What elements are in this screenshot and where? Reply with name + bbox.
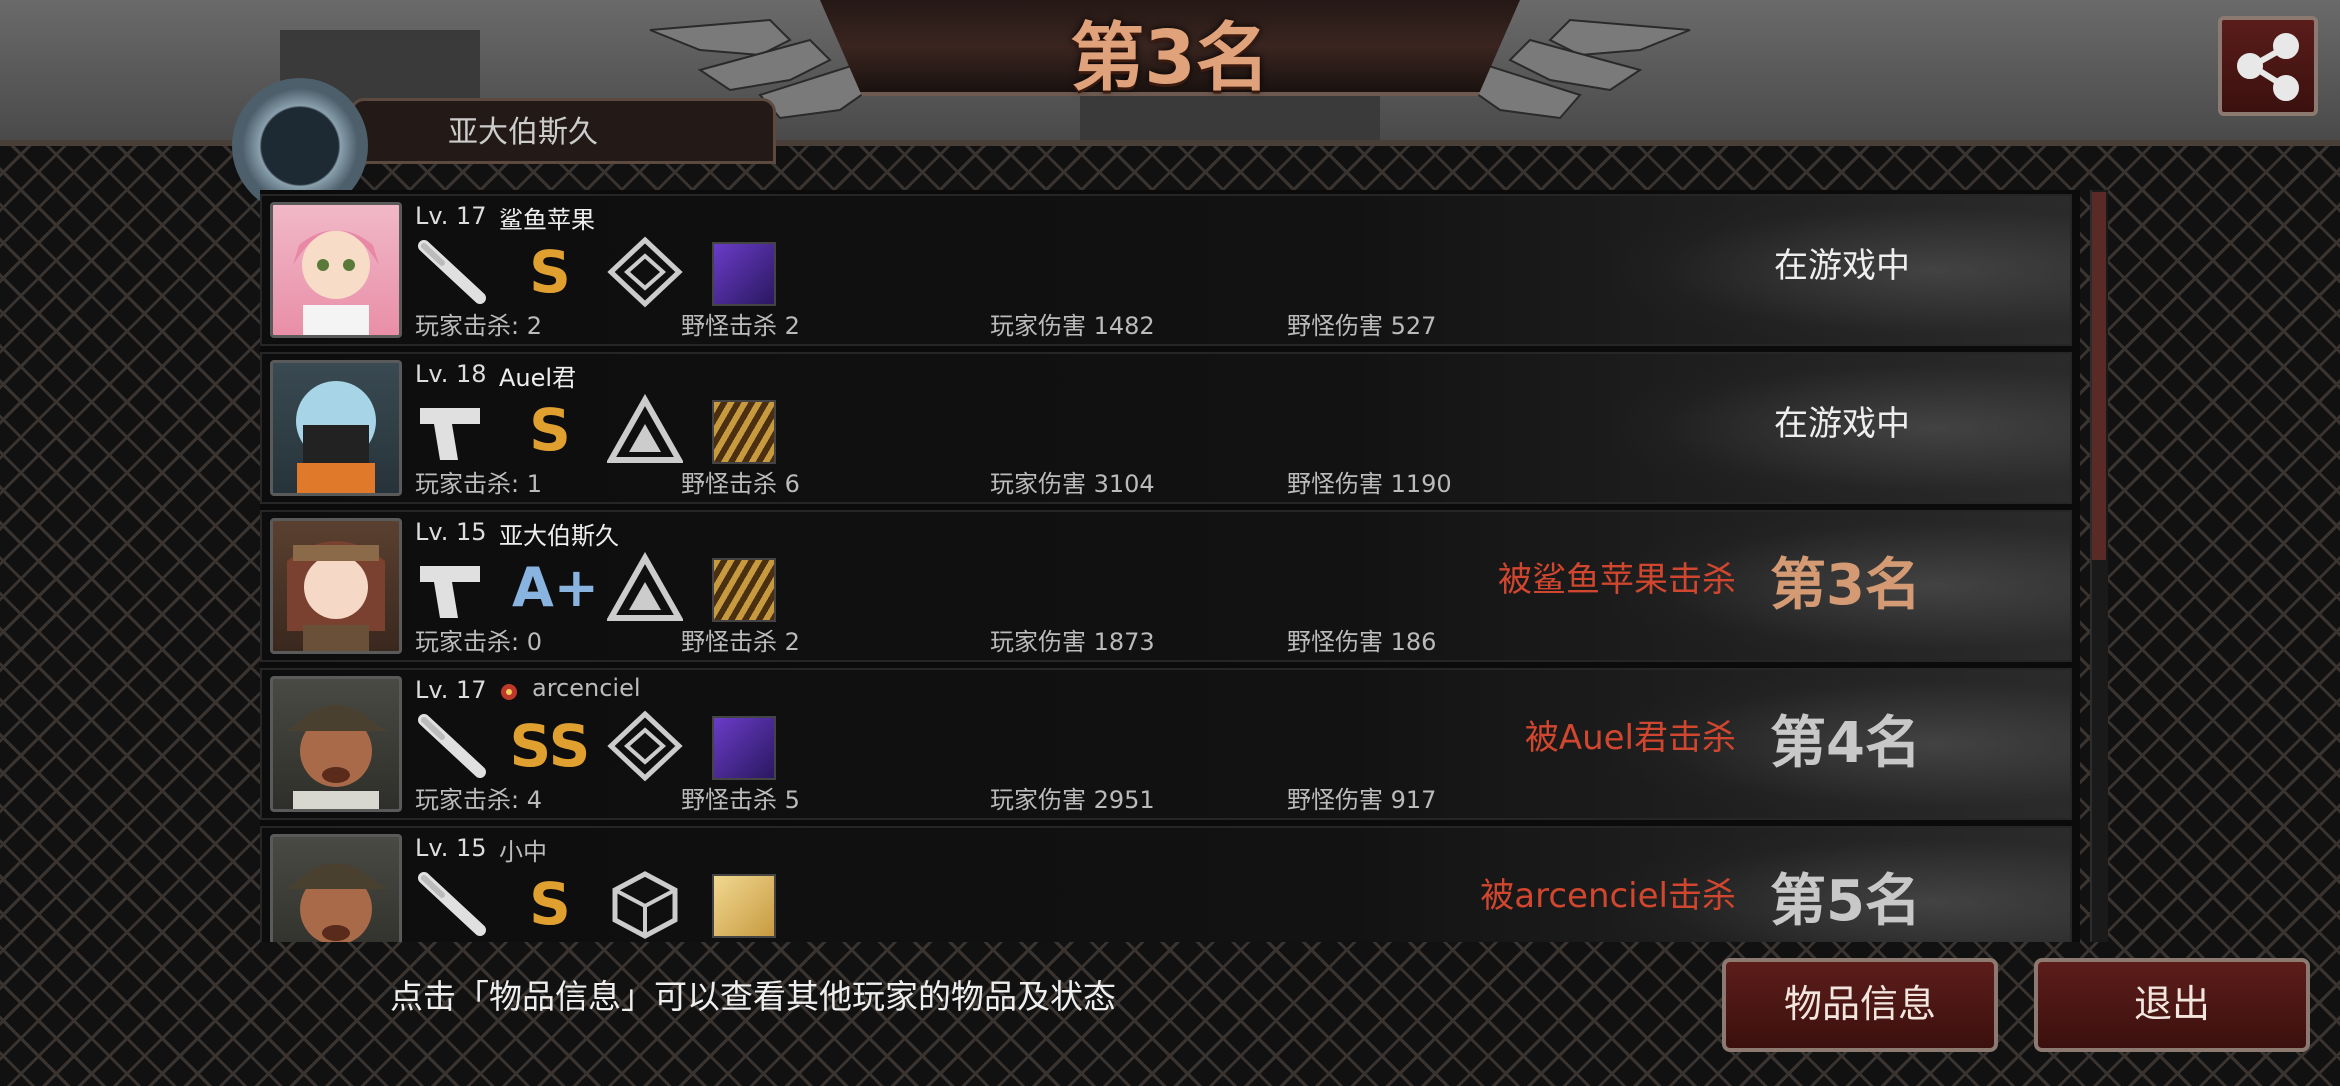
purple-skill-icon: [712, 716, 776, 780]
bullets-skill-icon: [712, 558, 776, 622]
stat-player-damage: 玩家伤害 3104: [990, 470, 1155, 498]
player-status: 在游戏中: [1774, 404, 1910, 444]
player-row[interactable]: Lv. 17 鲨鱼苹果 S 玩家击杀: 2 野怪击杀 2 玩家伤害 1482 野…: [260, 194, 2072, 346]
player-portrait: [270, 360, 402, 496]
player-portrait: [270, 834, 402, 942]
exit-button[interactable]: 退出: [2034, 958, 2310, 1052]
pistol-icon: [420, 408, 480, 460]
scrollbar-thumb[interactable]: [2092, 192, 2106, 560]
baseball-bat-icon: [418, 872, 486, 936]
stat-player-kills: 玩家击杀: 4: [415, 786, 542, 814]
player-row[interactable]: Lv. 15 小中 S 被arcenciel击杀 第5名: [260, 826, 2072, 942]
final-place: 第5名: [1770, 869, 1921, 934]
player-portrait: [270, 676, 402, 812]
share-icon: [2237, 33, 2299, 101]
stat-player-kills: 玩家击杀: 1: [415, 470, 542, 498]
stat-player-kills: 玩家击杀: 2: [415, 312, 542, 340]
baseball-bat-icon: [418, 714, 486, 778]
player-row[interactable]: Lv. 17 arcenciel SS 玩家击杀: 4 野怪击杀 5 玩家伤害 …: [260, 668, 2072, 820]
stat-monster-kills: 野怪击杀 2: [681, 628, 800, 656]
player-portrait: [270, 518, 402, 654]
stat-monster-kills: 野怪击杀 2: [681, 312, 800, 340]
stat-player-damage: 玩家伤害 1873: [990, 628, 1155, 656]
player-name: arcenciel: [532, 674, 641, 702]
grade-badge: S: [529, 870, 571, 938]
player-name: 亚大伯斯久: [499, 522, 619, 550]
final-place: 第4名: [1770, 711, 1921, 776]
bullets-skill-icon: [712, 400, 776, 464]
tab-label: 亚大伯斯久: [448, 115, 598, 150]
gold-skill-icon: [712, 874, 776, 938]
cube-emblem-icon: [612, 871, 678, 939]
player-level: Lv. 15: [415, 518, 487, 546]
item-info-button[interactable]: 物品信息: [1722, 958, 1998, 1052]
player-tab: 亚大伯斯久: [350, 98, 776, 164]
killed-by-text: 被arcenciel击杀: [1480, 876, 1736, 916]
diamond-emblem-icon: [607, 710, 683, 782]
pistol-icon: [420, 566, 480, 618]
grade-badge: A+: [512, 556, 600, 619]
stat-monster-damage: 野怪伤害 527: [1287, 312, 1437, 340]
stat-monster-kills: 野怪击杀 5: [681, 786, 800, 814]
stat-monster-damage: 野怪伤害 1190: [1287, 470, 1452, 498]
stat-monster-damage: 野怪伤害 186: [1287, 628, 1437, 656]
diamond-emblem-icon: [607, 236, 683, 308]
grade-badge: SS: [509, 712, 591, 780]
stat-monster-damage: 野怪伤害 917: [1287, 786, 1437, 814]
grade-badge: S: [529, 238, 571, 306]
player-row[interactable]: Lv. 15 亚大伯斯久 A+ 玩家击杀: 0 野怪击杀 2 玩家伤害 1873…: [260, 510, 2072, 662]
player-name: 鲨鱼苹果: [499, 206, 595, 234]
baseball-bat-icon: [418, 240, 486, 304]
stat-player-kills: 玩家击杀: 0: [415, 628, 542, 656]
clan-badge-icon: [501, 684, 517, 700]
hint-text: 点击「物品信息」可以查看其他玩家的物品及状态: [390, 977, 1116, 1016]
grade-badge: S: [529, 396, 571, 464]
player-level: Lv. 17: [415, 676, 487, 704]
killed-by-text: 被Auel君击杀: [1524, 718, 1736, 758]
player-level: Lv. 17: [415, 202, 487, 230]
player-level: Lv. 15: [415, 834, 487, 862]
player-list[interactable]: Lv. 17 鲨鱼苹果 S 玩家击杀: 2 野怪击杀 2 玩家伤害 1482 野…: [260, 190, 2080, 942]
triangle-emblem-icon: [607, 394, 683, 463]
share-button[interactable]: [2218, 16, 2318, 116]
player-level: Lv. 18: [415, 360, 487, 388]
triangle-emblem-icon: [607, 552, 683, 621]
stat-monster-kills: 野怪击杀 6: [681, 470, 800, 498]
stat-player-damage: 玩家伤害 2951: [990, 786, 1155, 814]
player-portrait: [270, 202, 402, 338]
player-name: Auel君: [499, 364, 577, 392]
purple-skill-icon: [712, 242, 776, 306]
player-status: 在游戏中: [1774, 246, 1910, 286]
rank-title: 第3名: [1070, 15, 1270, 101]
stat-player-damage: 玩家伤害 1482: [990, 312, 1155, 340]
final-place: 第3名: [1770, 553, 1921, 618]
killed-by-text: 被鲨鱼苹果击杀: [1498, 560, 1736, 600]
player-row[interactable]: Lv. 18 Auel君 S 玩家击杀: 1 野怪击杀 6 玩家伤害 3104 …: [260, 352, 2072, 504]
player-name: 小中: [499, 838, 547, 866]
